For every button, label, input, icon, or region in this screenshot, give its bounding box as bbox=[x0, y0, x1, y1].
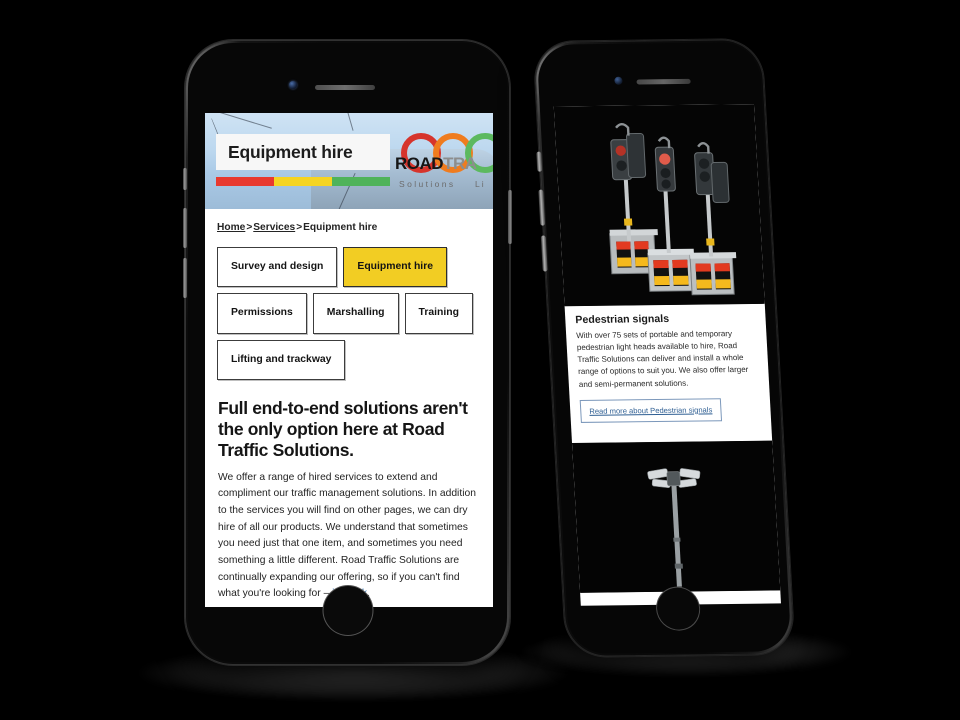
volume-up-button[interactable] bbox=[183, 208, 187, 248]
left-phone-body: Equipment hire ROADTRA Solutions Li Home… bbox=[188, 43, 507, 662]
service-tile-equipment-hire[interactable]: Equipment hire bbox=[343, 247, 448, 288]
accent-bar-green bbox=[332, 177, 390, 186]
service-tile-lifting-and-trackway[interactable]: Lifting and trackway bbox=[217, 339, 346, 381]
mute-switch[interactable] bbox=[183, 168, 187, 190]
logo-wordmark: ROADTRA bbox=[395, 154, 477, 173]
pedestrian-signals-photo bbox=[553, 104, 765, 307]
article-heading: Full end-to-end solutions aren't the onl… bbox=[218, 398, 468, 460]
power-button[interactable] bbox=[508, 190, 512, 244]
breadcrumb: Home>Services>Equipment hire bbox=[205, 209, 493, 237]
hero-decor-line bbox=[214, 113, 272, 129]
front-camera-icon bbox=[289, 81, 297, 89]
mute-switch[interactable] bbox=[536, 151, 543, 172]
logo-subtext-right: Li bbox=[475, 179, 486, 189]
right-phone-body: Pedestrian signals With over 75 sets of … bbox=[536, 42, 791, 654]
service-tile-permissions[interactable]: Permissions bbox=[217, 293, 307, 334]
article-body-text: We offer a range of hired services to ex… bbox=[218, 471, 476, 600]
brand-logo[interactable]: ROADTRA Solutions Li bbox=[391, 127, 493, 201]
hero-accent-bar bbox=[216, 177, 390, 186]
read-more-button[interactable]: Read more about Pedestrian signals bbox=[579, 398, 722, 423]
breadcrumb-current: Equipment hire bbox=[303, 222, 378, 233]
earpiece-speaker-icon bbox=[315, 85, 375, 90]
lighting-tower-photo bbox=[571, 440, 781, 593]
logo-subtext-solutions: Solutions bbox=[399, 179, 456, 189]
lighting-tower-illustration bbox=[571, 440, 781, 593]
breadcrumb-link-home[interactable]: Home bbox=[217, 222, 245, 233]
front-camera-icon bbox=[614, 76, 623, 85]
traffic-signals-illustration bbox=[553, 104, 765, 307]
right-phone-screen[interactable]: Pedestrian signals With over 75 sets of … bbox=[553, 104, 781, 606]
left-phone-screen[interactable]: Equipment hire ROADTRA Solutions Li Home… bbox=[205, 113, 493, 607]
accent-bar-yellow bbox=[274, 177, 332, 186]
service-tile-marshalling[interactable]: Marshalling bbox=[312, 293, 399, 334]
article-section: Full end-to-end solutions aren't the onl… bbox=[205, 380, 493, 603]
left-phone-device: Equipment hire ROADTRA Solutions Li Home… bbox=[183, 40, 512, 665]
product-description: With over 75 sets of portable and tempor… bbox=[575, 329, 749, 389]
service-tile-survey-and-design[interactable]: Survey and design bbox=[217, 247, 338, 288]
product-info-block: Pedestrian signals With over 75 sets of … bbox=[565, 304, 772, 433]
right-phone-group: Pedestrian signals With over 75 sets of … bbox=[510, 17, 816, 679]
earpiece-speaker-icon bbox=[636, 78, 691, 85]
product-title: Pedestrian signals bbox=[575, 312, 670, 327]
hero-banner: Equipment hire ROADTRA Solutions Li bbox=[205, 113, 493, 209]
volume-down-button[interactable] bbox=[183, 258, 187, 298]
hero-decor-line bbox=[340, 113, 354, 131]
article-paragraph: We offer a range of hired services to ex… bbox=[218, 470, 480, 603]
accent-bar-red bbox=[216, 177, 274, 186]
service-tile-training[interactable]: Training bbox=[404, 293, 473, 334]
hero-title-card: Equipment hire bbox=[216, 134, 390, 170]
page-title: Equipment hire bbox=[228, 142, 353, 162]
breadcrumb-separator: > bbox=[296, 222, 303, 233]
breadcrumb-link-services[interactable]: Services bbox=[253, 222, 295, 233]
right-phone-device: Pedestrian signals With over 75 sets of … bbox=[533, 39, 795, 657]
home-button[interactable] bbox=[322, 585, 373, 636]
scene-root: Equipment hire ROADTRA Solutions Li Home… bbox=[0, 0, 960, 720]
service-tile-grid: Survey and design Equipment hire Permiss… bbox=[205, 237, 493, 381]
